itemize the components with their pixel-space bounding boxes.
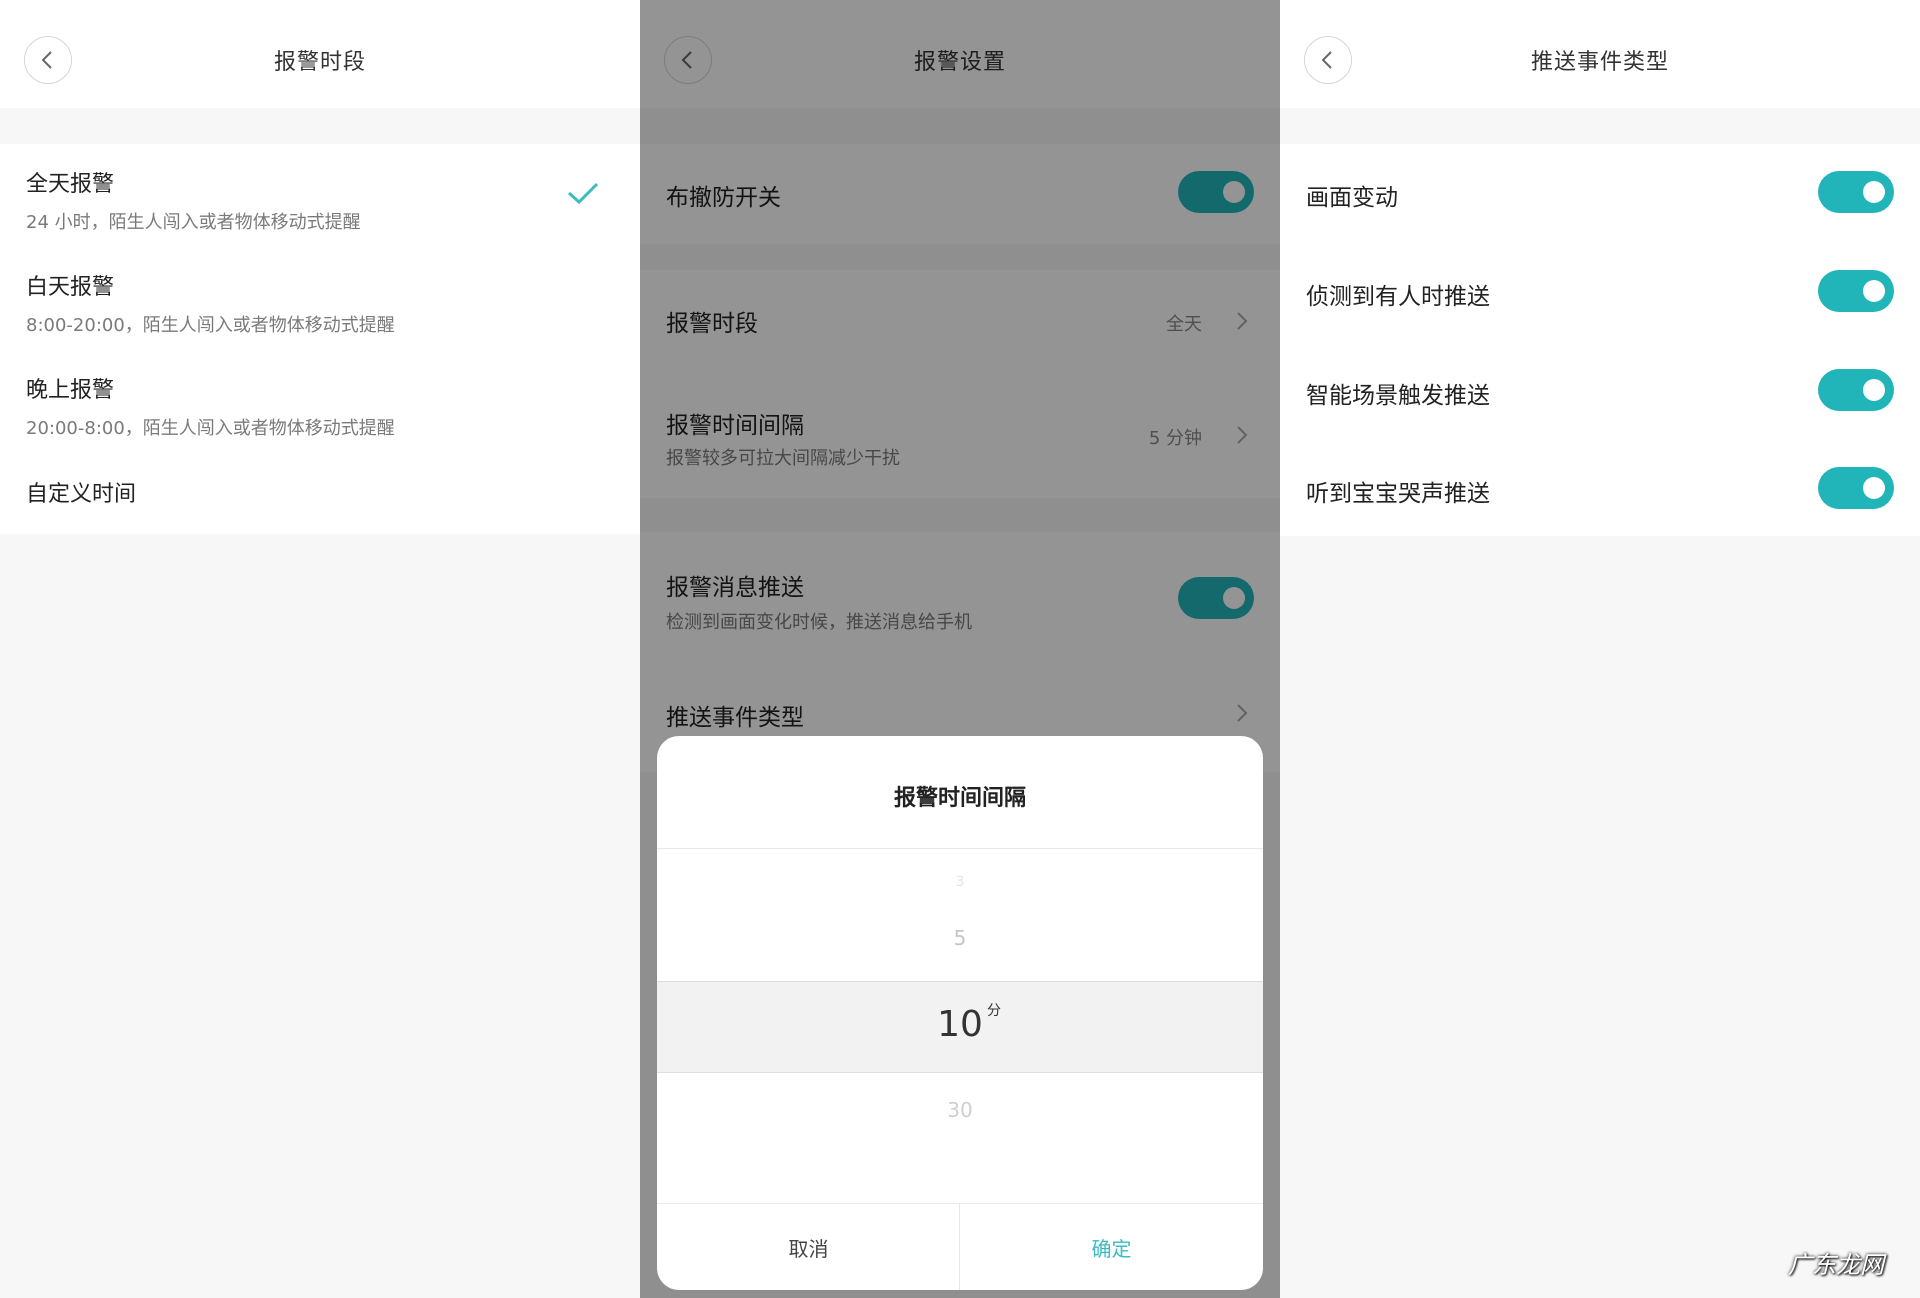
picker-option[interactable]: 5 (657, 926, 1263, 950)
alarm-period-screen: 报警时段 全天报警 24 小时，陌生人闯入或者物体移动式提醒 白天报警 8:00… (0, 0, 640, 1298)
row-title: 画面变动 (1306, 185, 1398, 211)
period-options-list: 全天报警 24 小时，陌生人闯入或者物体移动式提醒 白天报警 8:00-20:0… (0, 144, 640, 534)
picker-option[interactable]: 30 (657, 1098, 1263, 1122)
option-title: 晚上报警 (26, 378, 115, 403)
option-title: 白天报警 (26, 275, 115, 300)
toggle-knob (1863, 379, 1885, 401)
option-subtitle: 20:00-8:00，陌生人闯入或者物体移动式提醒 (26, 418, 395, 439)
option-subtitle: 8:00-20:00，陌生人闯入或者物体移动式提醒 (26, 315, 395, 336)
toggle-knob (1863, 477, 1885, 499)
page-title: 报警时段 (273, 50, 366, 75)
row-title: 智能场景触发推送 (1306, 383, 1490, 409)
option-subtitle: 24 小时，陌生人闯入或者物体移动式提醒 (26, 212, 361, 233)
option-all-day[interactable]: 全天报警 24 小时，陌生人闯入或者物体移动式提醒 (26, 166, 614, 234)
picker-selected-value: 10 (937, 1004, 983, 1045)
option-title: 全天报警 (26, 172, 115, 197)
check-icon (567, 182, 599, 205)
dialog-title: 报警时间间隔 (893, 786, 1026, 811)
event-type-list: 画面变动 侦测到有人时推送 智能场景触发推送 听到宝宝哭声推送 (1280, 144, 1920, 536)
page-title: 推送事件类型 (1530, 50, 1669, 75)
toggle-knob (1863, 181, 1885, 203)
row-title: 听到宝宝哭声推送 (1306, 481, 1490, 507)
picker-selected-row[interactable]: 10 分 (657, 981, 1263, 1073)
row-title: 侦测到有人时推送 (1306, 284, 1490, 310)
event-toggle[interactable] (1818, 270, 1894, 312)
divider (657, 848, 1263, 849)
alarm-settings-screen: 报警设置 布撤防开关 报警时段 全天 报警时间间隔 报警较多可拉大间隔减少干扰 … (640, 0, 1280, 1298)
header: 推送事件类型 (1280, 0, 1920, 108)
event-toggle[interactable] (1818, 369, 1894, 411)
option-title: 自定义时间 (26, 482, 137, 507)
watermark: 广东龙网 (1788, 1251, 1884, 1279)
interval-picker-dialog: 报警时间间隔 3 5 10 分 30 取消 确定 (657, 736, 1263, 1290)
event-toggle[interactable] (1818, 467, 1894, 509)
option-custom-time[interactable]: 自定义时间 (26, 476, 614, 508)
event-toggle[interactable] (1818, 171, 1894, 213)
option-night[interactable]: 晚上报警 20:00-8:00，陌生人闯入或者物体移动式提醒 (26, 372, 614, 440)
option-daytime[interactable]: 白天报警 8:00-20:00，陌生人闯入或者物体移动式提醒 (26, 269, 614, 337)
push-event-type-screen: 推送事件类型 画面变动 侦测到有人时推送 智能场景触发推送 听到宝宝哭声推送 (1280, 0, 1920, 1298)
picker-option[interactable]: 3 (657, 874, 1263, 890)
confirm-button[interactable]: 确定 (960, 1204, 1263, 1290)
event-row-baby-cry[interactable]: 听到宝宝哭声推送 (1280, 439, 1920, 536)
toggle-knob (1863, 280, 1885, 302)
picker-unit: 分 (987, 1003, 1001, 1019)
cancel-button[interactable]: 取消 (657, 1204, 960, 1290)
event-row-smart-scene[interactable]: 智能场景触发推送 (1280, 341, 1920, 439)
event-row-person-detected[interactable]: 侦测到有人时推送 (1280, 242, 1920, 341)
event-row-scene-change[interactable]: 画面变动 (1280, 144, 1920, 242)
header: 报警时段 (0, 0, 640, 108)
